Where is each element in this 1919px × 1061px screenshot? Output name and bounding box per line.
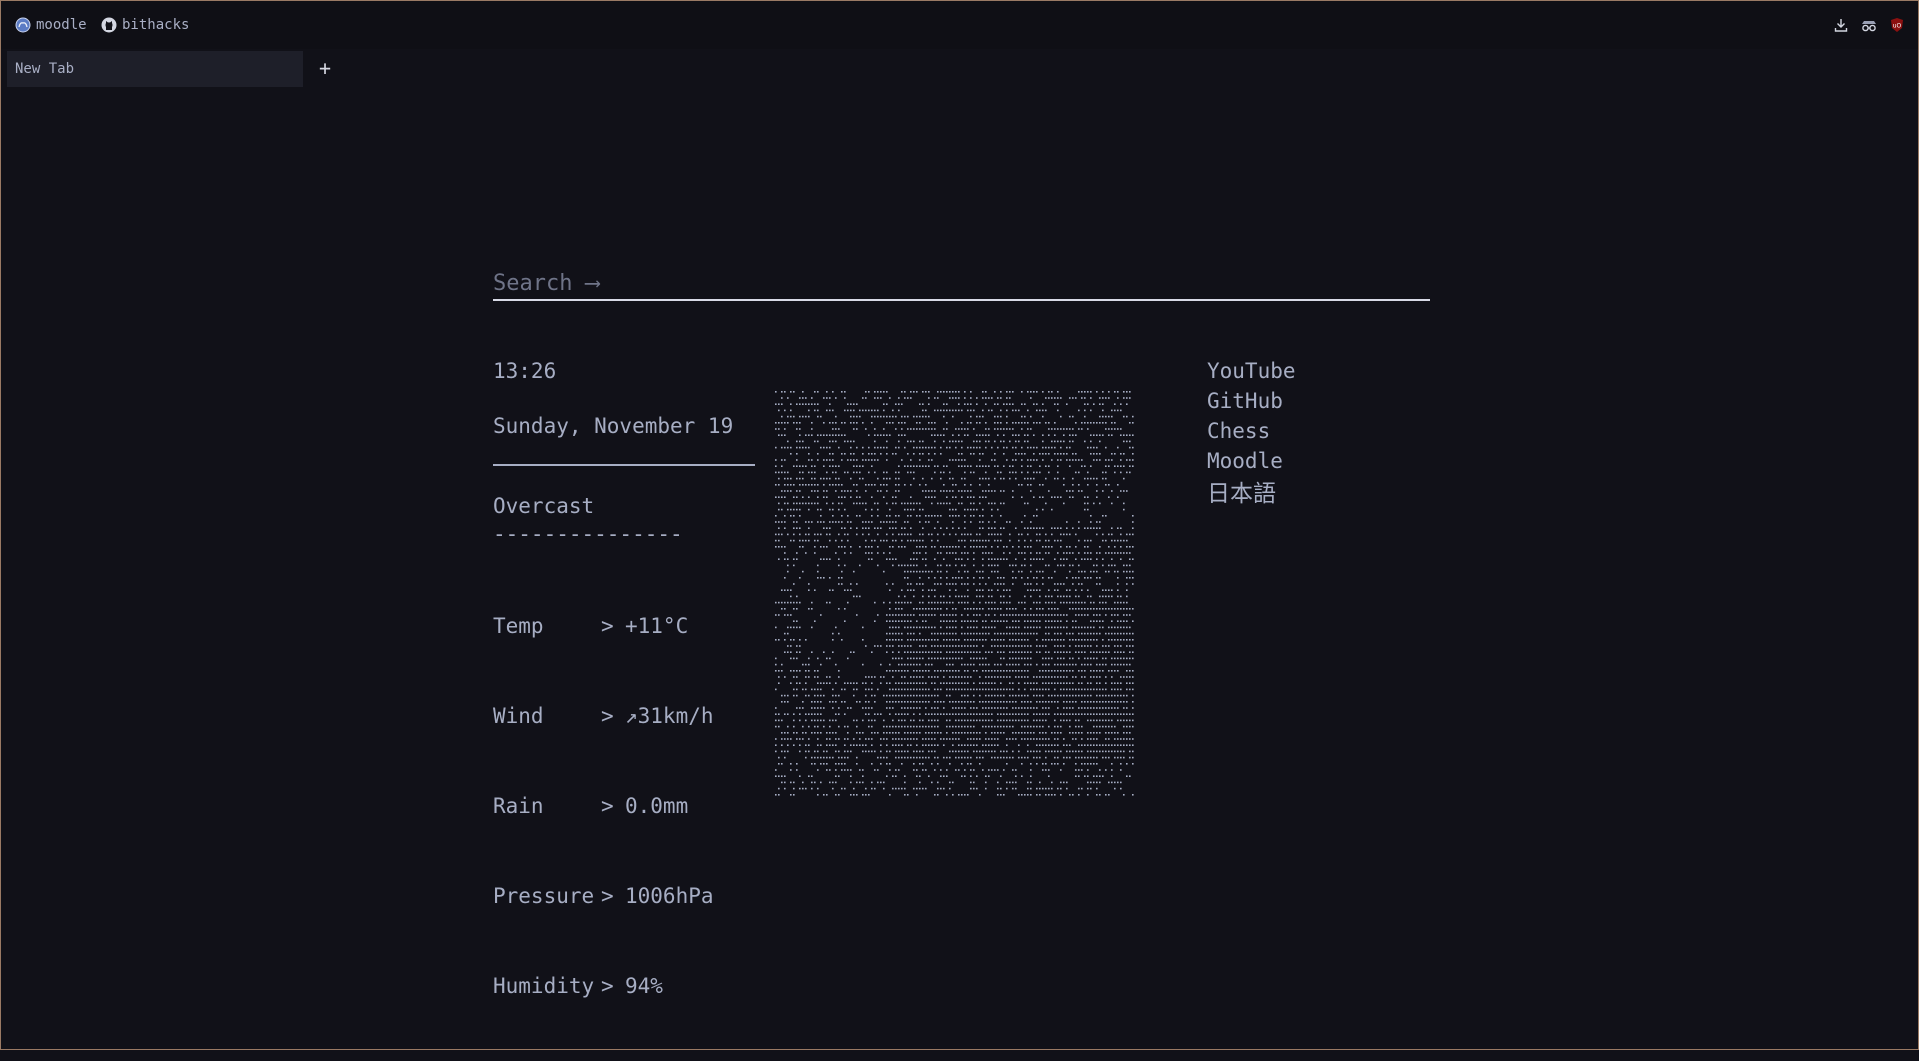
date: Sunday, November 19 <box>493 414 734 438</box>
download-icon[interactable] <box>1832 16 1850 34</box>
new-tab-button[interactable]: + <box>315 55 335 81</box>
weather-value: 1006hPa <box>625 884 714 908</box>
incognito-icon[interactable] <box>1860 16 1878 34</box>
weather-sep: > <box>601 974 614 998</box>
bookmark-bithacks[interactable]: bithacks <box>101 15 189 35</box>
tab-strip: New Tab + <box>1 49 1918 89</box>
bookmarks-bar: moodle bithacks uO <box>1 1 1918 49</box>
weather-key: Wind <box>493 704 544 728</box>
link-japanese[interactable]: 日本語 <box>1207 476 1296 512</box>
weather-row: Wind > ↗31km/h <box>493 701 714 731</box>
link-chess[interactable]: Chess <box>1207 416 1296 446</box>
weather-row: Rain > 0.0mm <box>493 791 714 821</box>
weather-condition: Overcast <box>493 494 595 518</box>
bookmark-moodle[interactable]: moodle <box>15 15 87 35</box>
browser-window: moodle bithacks uO New Tab + Search ⟶ 13… <box>0 0 1919 1050</box>
weather-sep: > <box>601 614 614 638</box>
weather-value: +11°C <box>625 614 689 638</box>
moodle-icon <box>15 17 31 33</box>
weather-key: Humidity <box>493 974 595 998</box>
weather-row: Pressure > 1006hPa <box>493 881 714 911</box>
search-input[interactable] <box>493 267 1430 301</box>
weather-sep: > <box>601 704 614 728</box>
svg-text:uO: uO <box>1893 23 1902 30</box>
quick-links: YouTube GitHub Chess Moodle 日本語 <box>1207 356 1296 512</box>
weather-sep: > <box>601 884 614 908</box>
weather-row: Humidity > 94% <box>493 971 714 1001</box>
tab-new-tab[interactable]: New Tab <box>7 51 303 87</box>
weather-value: 0.0mm <box>625 794 689 818</box>
weather-key: Temp <box>493 614 544 638</box>
weather-divider: --------------- <box>493 522 683 546</box>
ublock-icon[interactable]: uO <box>1888 16 1906 34</box>
braille-ascii-art-image <box>775 391 1134 796</box>
clock: 13:26 <box>493 359 557 383</box>
github-icon <box>101 17 117 33</box>
bookmark-label: bithacks <box>122 17 190 33</box>
link-github[interactable]: GitHub <box>1207 386 1296 416</box>
bookmark-label: moodle <box>36 17 87 33</box>
weather-value: 94% <box>625 974 663 998</box>
tab-label: New Tab <box>15 61 75 77</box>
weather-value: ↗31km/h <box>625 704 714 728</box>
weather-table: Temp > +11°C Wind > ↗31km/h Rain > 0.0mm… <box>493 551 714 1061</box>
weather-row: Temp > +11°C <box>493 611 714 641</box>
link-youtube[interactable]: YouTube <box>1207 356 1296 386</box>
link-moodle[interactable]: Moodle <box>1207 446 1296 476</box>
weather-sep: > <box>601 794 614 818</box>
weather-key: Pressure <box>493 884 595 908</box>
divider <box>493 464 755 466</box>
weather-key: Rain <box>493 794 544 818</box>
